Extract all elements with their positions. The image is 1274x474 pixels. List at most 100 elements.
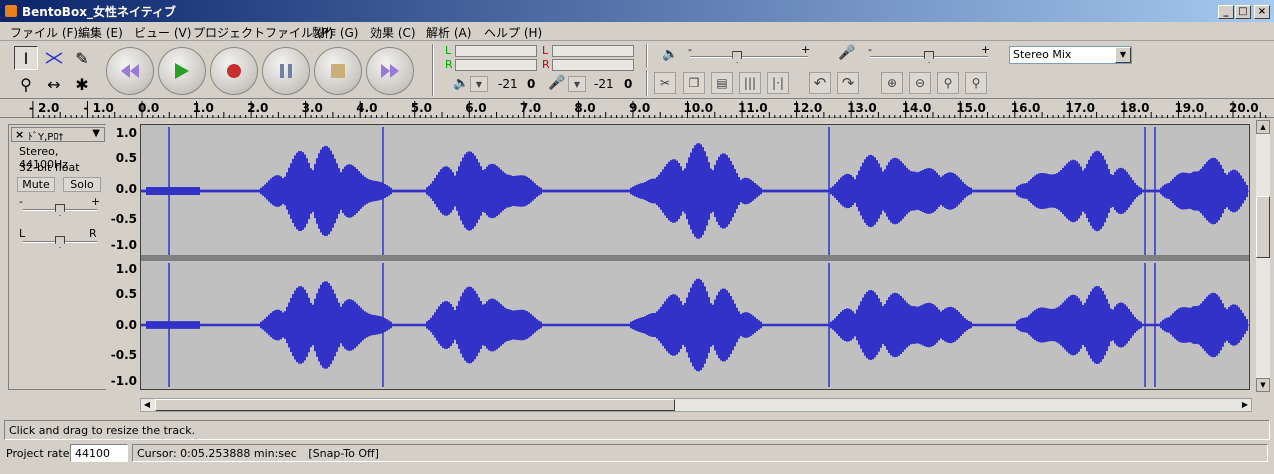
track-area: × ﾄﾞY,Pﾛ† ▼ Stereo, 44100Hz 32-bit float… [4, 120, 1270, 396]
undo-icon[interactable]: ↶ [809, 72, 831, 94]
stop-button[interactable] [314, 47, 362, 95]
record-button[interactable] [210, 47, 258, 95]
copy-icon[interactable]: ❐ [683, 72, 705, 94]
fit-selection-icon[interactable]: ⚲ [937, 72, 959, 94]
output-volume-slider[interactable] [690, 56, 808, 58]
pause-button[interactable] [262, 47, 310, 95]
pan-slider-thumb[interactable] [55, 236, 65, 248]
play-meter-zero: 0 [527, 77, 536, 91]
menu-effect[interactable]: 効果 (C) [370, 24, 416, 41]
selection-tool-icon[interactable]: I [14, 46, 38, 70]
draw-tool-icon[interactable]: ✎ [70, 46, 94, 70]
menu-file[interactable]: ファイル (F) [10, 24, 78, 41]
ruler-label: 7.0 [520, 101, 541, 115]
menu-view[interactable]: ビュー (V) [134, 24, 191, 41]
menu-edit[interactable]: 編集 (E) [78, 24, 123, 41]
envelope-tool-icon[interactable] [42, 46, 66, 70]
ruler-label: 8.0 [574, 101, 595, 115]
trim-icon[interactable]: ||| [739, 72, 761, 94]
scale-label: 1.0 [115, 126, 137, 140]
vertical-scrollbar[interactable]: ▲ ▼ [1256, 120, 1270, 392]
paste-icon[interactable]: ▤ [711, 72, 733, 94]
close-button[interactable]: × [1254, 5, 1270, 19]
rec-meter-db: -21 [594, 77, 614, 91]
ruler-label: 2.0 [247, 101, 268, 115]
scale-label: -0.5 [110, 348, 137, 362]
scale-label: -1.0 [110, 238, 137, 252]
input-source-value: Stereo Mix [1013, 48, 1072, 61]
rec-meter-menu-icon[interactable]: ▼ [568, 76, 586, 92]
play-button[interactable] [158, 47, 206, 95]
scroll-right-icon[interactable]: ▶ [1239, 399, 1251, 411]
zoom-out-icon[interactable]: ⊖ [909, 72, 931, 94]
gain-slider-thumb[interactable] [55, 204, 65, 216]
scale-label: 0.5 [115, 151, 137, 165]
scroll-left-icon[interactable]: ◀ [141, 399, 153, 411]
input-volume-icon: 🎤 [838, 45, 856, 61]
zoom-in-icon[interactable]: ⊕ [881, 72, 903, 94]
output-volume-min: - [688, 43, 692, 56]
play-meter-menu-icon[interactable]: ▼ [470, 76, 488, 92]
project-rate-value: 44100 [75, 447, 110, 460]
gain-min-label: - [19, 195, 23, 208]
snap-status: [Snap-To Off] [308, 447, 379, 460]
ruler-ticks: - 2.0 - 1.0 0.0 1.0 2.0 3.0 4.0 5.0 6.0 7.0 8.0 9.0… [29, 101, 1267, 118]
play-meter-right[interactable] [455, 59, 537, 71]
ruler-label: 1.0 [193, 101, 214, 115]
toolbar-separator [646, 44, 648, 68]
menu-analyze[interactable]: 解析 (A) [426, 24, 471, 41]
input-volume-min: - [868, 43, 872, 56]
window-title: BentoBox_女性ネイティブ [22, 5, 176, 19]
timeline-ruler[interactable]: - 2.0 - 1.0 0.0 1.0 2.0 3.0 4.0 5.0 6.0 7.0 8.0 9.0… [0, 98, 1274, 118]
track-title-bar[interactable]: × ﾄﾞY,Pﾛ† ▼ [11, 127, 105, 143]
menu-generate[interactable]: 製作 (G) [312, 24, 358, 41]
silence-icon[interactable]: |·| [767, 72, 789, 94]
menu-help[interactable]: ヘルプ (H) [484, 24, 542, 41]
ruler-label: 3.0 [302, 101, 323, 115]
track-bitdepth: 32-bit float [19, 161, 80, 174]
multi-tool-icon[interactable]: ✱ [70, 72, 94, 96]
dropdown-arrow-icon[interactable]: ▼ [1115, 47, 1131, 63]
scale-label: -1.0 [110, 374, 137, 388]
waveform-display[interactable] [140, 124, 1250, 390]
solo-button[interactable]: Solo [63, 177, 101, 192]
selection-bar: Project rate: 44100 Cursor: 0:05.253888 … [4, 444, 1270, 464]
track-close-icon[interactable]: × [15, 128, 24, 141]
timeshift-tool-icon[interactable]: ↔ [42, 72, 66, 96]
play-meter-db: -21 [498, 77, 518, 91]
track-menu-arrow-icon[interactable]: ▼ [92, 128, 100, 139]
mute-button[interactable]: Mute [17, 177, 55, 192]
project-rate-label: Project rate: [6, 447, 74, 460]
fit-project-icon[interactable]: ⚲ [965, 72, 987, 94]
scroll-down-icon[interactable]: ▼ [1256, 378, 1270, 392]
input-volume-thumb[interactable] [924, 51, 934, 63]
cursor-position: Cursor: 0:05.253888 min:sec [137, 447, 297, 460]
minimize-button[interactable]: _ [1218, 5, 1234, 19]
play-meter-left[interactable] [455, 45, 537, 57]
vertical-scroll-thumb[interactable] [1256, 196, 1270, 258]
scroll-up-icon[interactable]: ▲ [1256, 120, 1270, 134]
ruler-label: 5.0 [411, 101, 432, 115]
status-message: Click and drag to resize the track. [9, 424, 196, 437]
zoom-tool-icon[interactable]: ⚲ [14, 72, 38, 96]
cut-icon[interactable]: ✂ [654, 72, 676, 94]
redo-icon[interactable]: ↷ [837, 72, 859, 94]
skip-start-button[interactable] [106, 47, 154, 95]
horizontal-scrollbar[interactable]: ◀ ▶ [140, 398, 1252, 412]
microphone-icon: 🎤 [548, 75, 566, 91]
output-volume-thumb[interactable] [732, 51, 743, 63]
waveform-canvas [140, 127, 1249, 387]
track-name[interactable]: ﾄﾞY,Pﾛ† [28, 128, 63, 143]
horizontal-scroll-thumb[interactable] [155, 399, 675, 411]
project-rate-field[interactable]: 44100 [70, 444, 128, 462]
ruler-label: - 2.0 [29, 101, 59, 115]
skip-end-button[interactable] [366, 47, 414, 95]
rec-meter-left[interactable] [552, 45, 634, 57]
maximize-button[interactable]: □ [1235, 5, 1251, 19]
rec-meter-right[interactable] [552, 59, 634, 71]
rec-meter-zero: 0 [624, 77, 633, 91]
input-source-select[interactable]: Stereo Mix ▼ [1009, 46, 1132, 64]
app-icon [5, 5, 17, 17]
menu-bar: ファイル (F) 編集 (E) ビュー (V) プロジェクトファイル (P) 製… [0, 22, 1274, 41]
tools-toolbar: I ✎ ⚲ ↔ ✱ [12, 44, 98, 96]
